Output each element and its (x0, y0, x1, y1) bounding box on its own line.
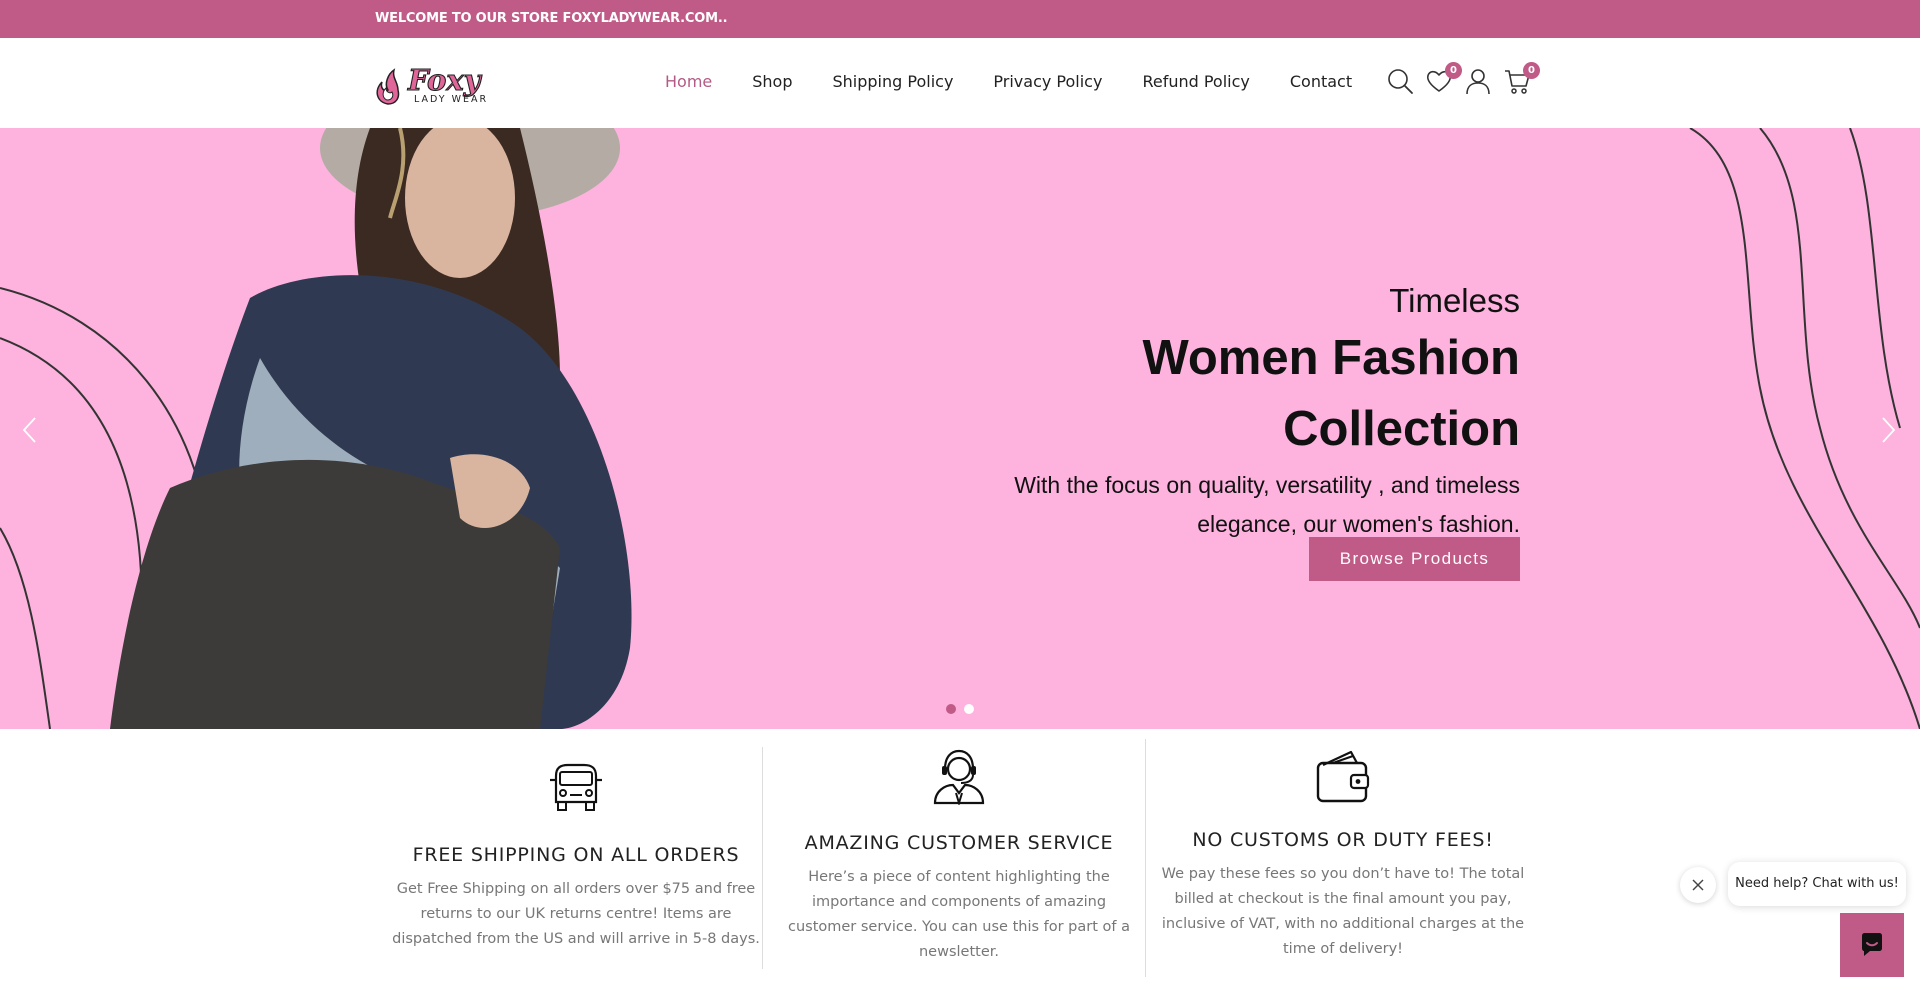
feature-line: importance and components of amazing (811, 894, 1107, 910)
feature-divider (1145, 739, 1146, 977)
slider-dots (946, 704, 982, 714)
hero-title-line2: Collection (1283, 402, 1520, 456)
hero-description-line1: With the focus on quality, versatility ,… (1014, 472, 1520, 498)
feature-free-shipping: FREE SHIPPING ON ALL ORDERS Get Free Shi… (392, 762, 760, 952)
nav-refund-policy[interactable]: Refund Policy (1142, 72, 1249, 91)
feature-line: customer service. You can use this for p… (787, 919, 1130, 935)
logo-wordmark: Foxy (407, 63, 483, 97)
slider-next-button[interactable] (1878, 415, 1898, 445)
feature-description: Get Free Shipping on all orders over $75… (392, 877, 760, 952)
announcement-bar: WELCOME TO OUR STORE FOXYLADYWEAR.COM.. (0, 0, 1920, 38)
features-section: FREE SHIPPING ON ALL ORDERS Get Free Shi… (0, 729, 1920, 993)
main-nav: Home Shop Shipping Policy Privacy Policy… (665, 72, 1392, 91)
close-icon (1692, 879, 1704, 891)
chat-prompt-bubble[interactable]: Need help? Chat with us! (1728, 862, 1906, 906)
user-icon (1466, 69, 1490, 95)
feature-line: time of delivery! (1283, 941, 1403, 957)
cart-count-badge: 0 (1523, 62, 1540, 79)
feature-line: billed at checkout is the final amount y… (1174, 891, 1512, 907)
chevron-left-icon (22, 417, 36, 443)
feature-line: We pay these fees so you don’t have to! … (1161, 866, 1525, 882)
slider-prev-button[interactable] (20, 415, 40, 445)
feature-line: returns to our UK returns centre! Items … (420, 906, 732, 922)
header-tools: 0 0 (1386, 62, 1542, 95)
chevron-right-icon (1882, 417, 1896, 443)
feature-customer-service: AMAZING CUSTOMER SERVICE Here’s a piece … (775, 749, 1143, 965)
chat-icon (1862, 933, 1882, 956)
model-photo (110, 128, 632, 729)
wallet-icon (1316, 750, 1370, 803)
search-icon (1388, 69, 1413, 94)
feature-description: We pay these fees so you don’t have to! … (1158, 862, 1528, 962)
feature-line: newsletter. (918, 944, 999, 960)
feature-divider (762, 747, 763, 969)
feature-line: Here’s a piece of content highlighting t… (808, 869, 1110, 885)
slider-dot-1[interactable] (946, 704, 956, 714)
nav-shipping-policy[interactable]: Shipping Policy (833, 72, 954, 91)
feature-title: FREE SHIPPING ON ALL ORDERS (412, 844, 740, 866)
nav-privacy-policy[interactable]: Privacy Policy (993, 72, 1102, 91)
customer-support-icon (933, 749, 985, 805)
feature-line: dispatched from the US and will arrive i… (392, 931, 760, 947)
nav-shop[interactable]: Shop (752, 72, 792, 91)
hero-slider: Timeless Women Fashion Collection With t… (0, 128, 1920, 729)
delivery-van-icon (550, 763, 602, 811)
brand-logo[interactable]: Foxy LADY WEAR (374, 62, 528, 106)
feature-line: inclusive of VAT, with no additional cha… (1161, 916, 1525, 932)
logo-tagline: LADY WEAR (414, 94, 488, 105)
feature-line: Get Free Shipping on all orders over $75… (396, 881, 756, 897)
search-button[interactable] (1386, 67, 1414, 95)
browse-products-button[interactable]: Browse Products (1309, 537, 1520, 581)
nav-home[interactable]: Home (665, 72, 712, 91)
site-header: Foxy LADY WEAR Home Shop Shipping Policy… (0, 38, 1920, 128)
cart-button[interactable]: 0 (1503, 62, 1540, 95)
hero-title-line1: Women Fashion (1142, 331, 1520, 385)
wishlist-count-badge: 0 (1445, 62, 1462, 79)
chat-launcher-button[interactable] (1840, 913, 1904, 977)
feature-title: AMAZING CUSTOMER SERVICE (804, 832, 1114, 854)
slider-dot-2[interactable] (964, 704, 974, 714)
hero-subtitle: Timeless (1389, 282, 1520, 319)
announcement-text: WELCOME TO OUR STORE FOXYLADYWEAR.COM.. (375, 11, 728, 26)
feature-no-customs-fees: NO CUSTOMS OR DUTY FEES! We pay these fe… (1158, 749, 1528, 962)
nav-contact[interactable]: Contact (1290, 72, 1352, 91)
wishlist-button[interactable]: 0 (1425, 62, 1462, 95)
feature-description: Here’s a piece of content highlighting t… (775, 865, 1143, 965)
hero-content: Timeless Women Fashion Collection With t… (1014, 281, 1520, 541)
account-button[interactable] (1464, 67, 1492, 95)
hero-background-art (0, 128, 1920, 729)
feature-title: NO CUSTOMS OR DUTY FEES! (1192, 829, 1494, 851)
chat-dismiss-button[interactable] (1680, 867, 1716, 903)
